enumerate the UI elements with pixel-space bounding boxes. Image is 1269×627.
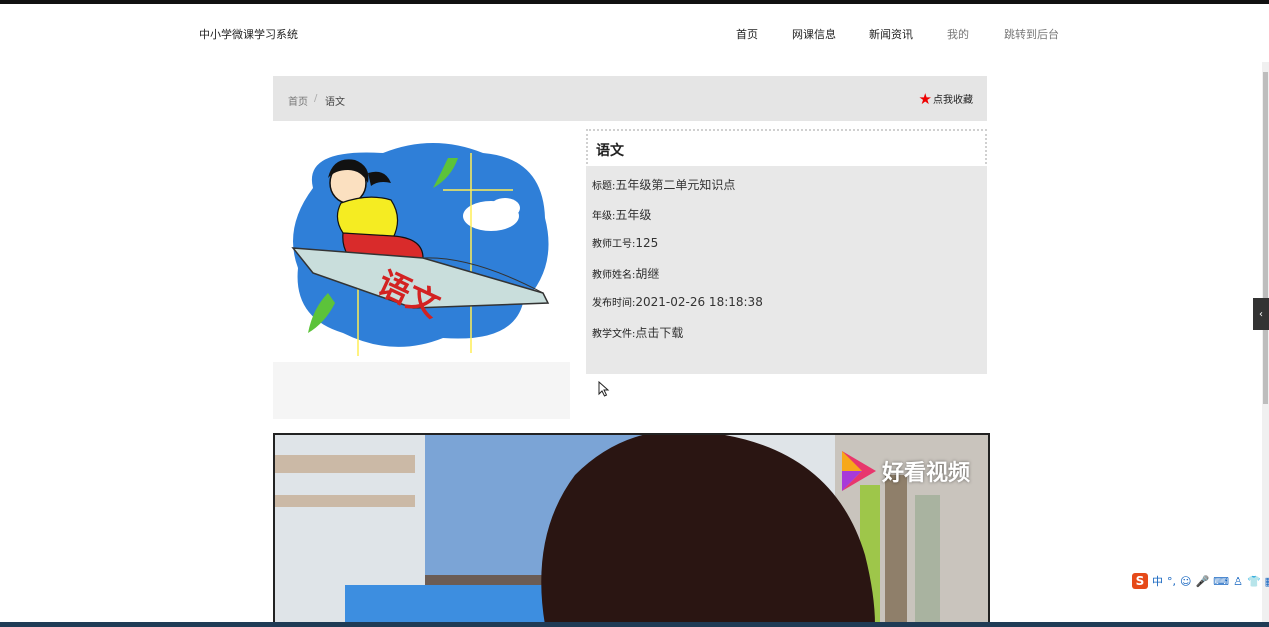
detail-key: 教师工号: bbox=[592, 239, 636, 250]
detail-row-teacher-id: 教师工号:125 bbox=[592, 235, 658, 250]
microphone-icon[interactable]: 🎤 bbox=[1195, 575, 1209, 588]
video-logo-text: 好看视频 bbox=[881, 461, 970, 486]
top-navbar: 中小学微课学习系统 首页 网课信息 新闻资讯 我的 跳转到后台 bbox=[0, 4, 1262, 60]
skin-icon[interactable]: 👕 bbox=[1247, 575, 1261, 588]
detail-row-publish-time: 发布时间:2021-02-26 18:18:38 bbox=[592, 294, 763, 309]
detail-row-grade: 年级:五年级 bbox=[592, 206, 651, 223]
favorite-button[interactable]: ★ 点我收藏 bbox=[919, 91, 973, 106]
ime-toolbar[interactable]: S 中 °, ☺ 🎤 ⌨ ♙ 👕 ▦ bbox=[1132, 573, 1269, 589]
grid-icon[interactable]: ▦ bbox=[1265, 575, 1269, 588]
scrollbar-thumb[interactable] bbox=[1263, 72, 1268, 404]
video-watermark: 好看视频 bbox=[838, 449, 970, 493]
breadcrumb-separator: / bbox=[314, 93, 318, 104]
download-link[interactable]: 点击下载 bbox=[635, 326, 683, 340]
nav-item-mine[interactable]: 我的 bbox=[947, 26, 969, 42]
detail-value: 胡继 bbox=[635, 267, 660, 281]
breadcrumb-home[interactable]: 首页 bbox=[288, 93, 308, 108]
detail-value: 五年级第二单元知识点 bbox=[615, 178, 736, 192]
detail-key: 教学文件: bbox=[592, 329, 636, 340]
side-panel-toggle[interactable]: ‹ bbox=[1253, 298, 1269, 330]
detail-key: 教师姓名: bbox=[592, 270, 636, 281]
detail-info-panel: 标题:五年级第二单元知识点 年级:五年级 教师工号:125 教师姓名:胡继 发布… bbox=[586, 166, 987, 374]
mouse-cursor-icon bbox=[598, 381, 610, 397]
user-icon[interactable]: ♙ bbox=[1233, 575, 1243, 588]
nav-item-admin[interactable]: 跳转到后台 bbox=[1004, 26, 1059, 42]
video-player[interactable]: 好看视频 bbox=[273, 433, 990, 625]
play-logo-icon bbox=[841, 451, 876, 491]
breadcrumb-current: 语文 bbox=[325, 97, 345, 108]
breadcrumb: 首页 / 语文 ★ 点我收藏 bbox=[273, 76, 987, 121]
sogou-ime-icon[interactable]: S bbox=[1132, 573, 1148, 589]
bottom-edge bbox=[0, 622, 1269, 627]
punctuation-icon[interactable]: °, bbox=[1167, 575, 1176, 588]
keyboard-icon[interactable]: ⌨ bbox=[1213, 575, 1229, 588]
star-icon: ★ bbox=[918, 89, 932, 108]
detail-key: 标题: bbox=[592, 181, 616, 192]
detail-row-title: 标题:五年级第二单元知识点 bbox=[592, 176, 735, 193]
ime-mode-label[interactable]: 中 bbox=[1152, 573, 1163, 589]
detail-value: 2021-02-26 18:18:38 bbox=[635, 295, 763, 309]
site-brand[interactable]: 中小学微课学习系统 bbox=[199, 26, 298, 42]
detail-key: 发布时间: bbox=[592, 298, 636, 309]
course-image-panel: 语文 bbox=[273, 128, 570, 419]
nav-item-home[interactable]: 首页 bbox=[736, 26, 758, 42]
image-caption-area bbox=[273, 362, 570, 419]
detail-key: 年级: bbox=[592, 211, 616, 222]
nav-item-courses[interactable]: 网课信息 bbox=[792, 26, 836, 42]
course-cover-image: 语文 bbox=[291, 143, 550, 356]
nav-item-news[interactable]: 新闻资讯 bbox=[869, 26, 913, 42]
detail-row-teacher-name: 教师姓名:胡继 bbox=[592, 265, 659, 282]
emoji-icon[interactable]: ☺ bbox=[1180, 575, 1191, 588]
favorite-label: 点我收藏 bbox=[933, 95, 973, 106]
chevron-left-icon: ‹ bbox=[1259, 308, 1263, 320]
detail-row-file: 教学文件:点击下载 bbox=[592, 324, 683, 341]
detail-heading: 语文 bbox=[596, 143, 624, 159]
page-scrollbar[interactable] bbox=[1262, 62, 1269, 622]
detail-value: 125 bbox=[635, 236, 659, 250]
detail-value: 五年级 bbox=[615, 208, 652, 222]
detail-header: 语文 bbox=[586, 129, 987, 168]
